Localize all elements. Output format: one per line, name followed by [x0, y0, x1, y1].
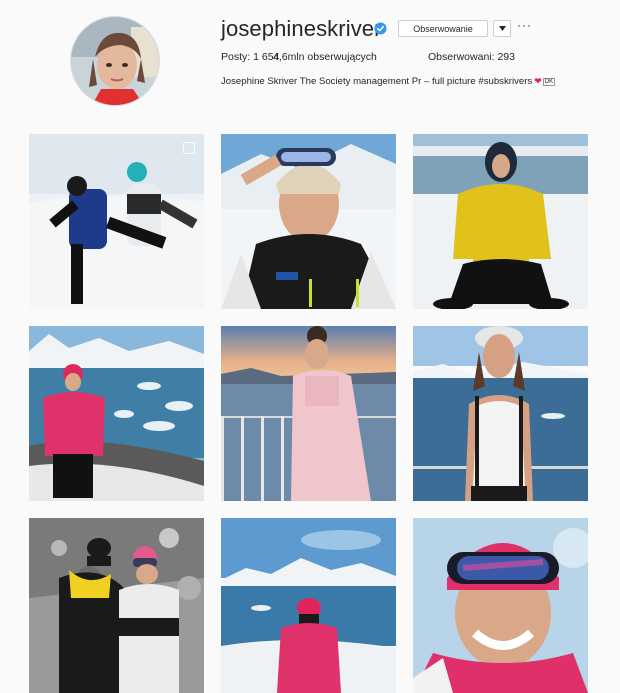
posts-count: Posty: 1 654: [221, 51, 280, 63]
post-tile-9[interactable]: [413, 518, 588, 693]
profile-header: josephineskriver Obserwowanie ··· Posty:…: [0, 0, 620, 120]
post-tile-4[interactable]: [29, 326, 204, 501]
post-image: [29, 134, 204, 309]
chevron-down-icon: [498, 26, 506, 31]
multiple-photos-icon: [183, 142, 195, 154]
post-image: [221, 134, 396, 309]
post-image: [221, 518, 396, 693]
post-image: [29, 326, 204, 501]
post-tile-7[interactable]: [29, 518, 204, 693]
post-image: [221, 326, 396, 501]
post-tile-3[interactable]: [413, 134, 588, 309]
post-tile-5[interactable]: [221, 326, 396, 501]
post-tile-6[interactable]: [413, 326, 588, 501]
more-options-button[interactable]: ···: [517, 18, 532, 32]
heart-emoji-icon: ❤: [534, 76, 542, 86]
suggestions-dropdown-button[interactable]: [493, 20, 511, 37]
post-image: [413, 518, 588, 693]
post-image: [413, 134, 588, 309]
flag-icon: DK: [542, 78, 556, 86]
profile-bio: Josephine Skriver The Society management…: [221, 76, 556, 87]
followers-count[interactable]: 4,6mln obserwujących: [273, 51, 377, 63]
post-image: [413, 326, 588, 501]
post-tile-1[interactable]: [29, 134, 204, 309]
following-count[interactable]: Obserwowani: 293: [428, 51, 515, 63]
profile-username: josephineskriver: [221, 16, 382, 41]
post-tile-8[interactable]: [221, 518, 396, 693]
profile-avatar[interactable]: [70, 16, 160, 106]
post-tile-2[interactable]: [221, 134, 396, 309]
bio-text: Josephine Skriver The Society management…: [221, 76, 533, 87]
post-image: [29, 518, 204, 693]
following-button[interactable]: Obserwowanie: [398, 20, 488, 37]
verified-badge-icon: [374, 22, 387, 35]
